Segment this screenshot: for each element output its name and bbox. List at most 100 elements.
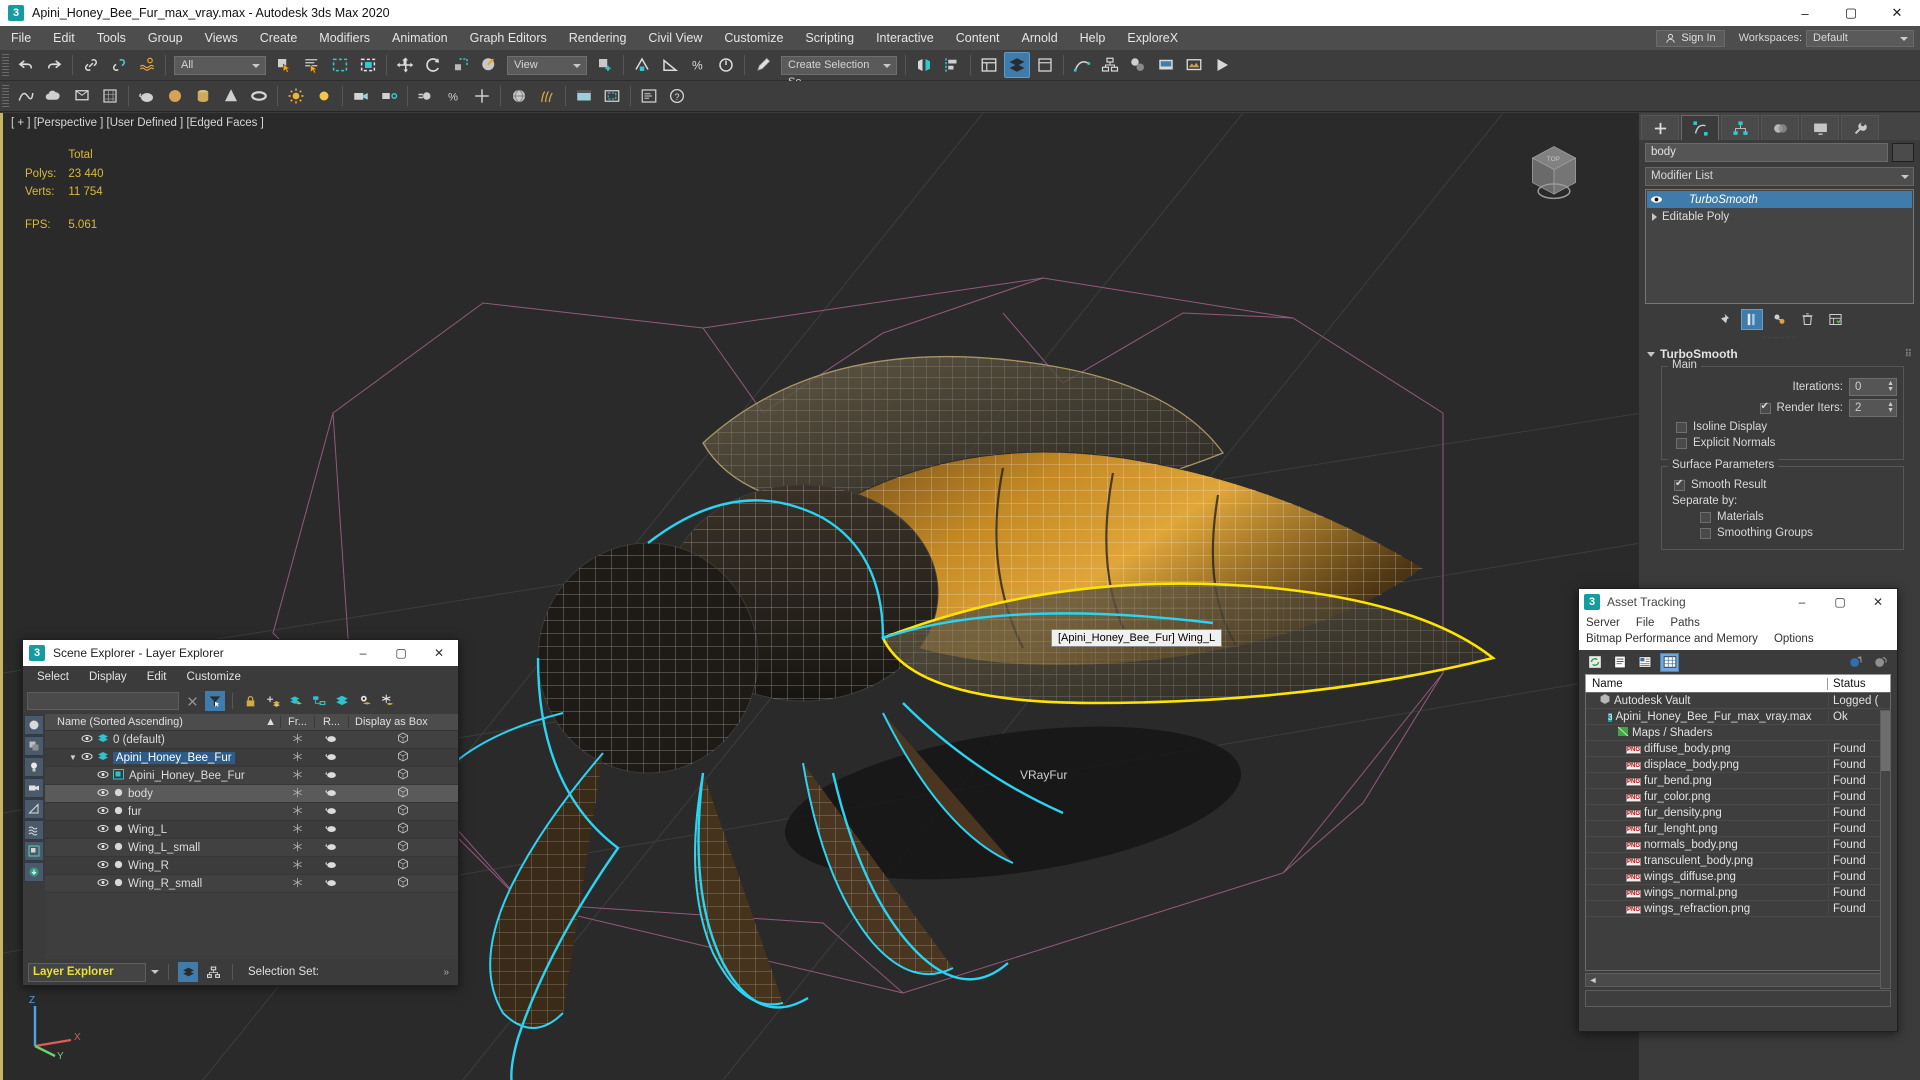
hierarchy-view-icon[interactable]	[203, 962, 223, 982]
display-as-box-cell[interactable]	[348, 822, 458, 837]
asset-row[interactable]: Maps / Shaders	[1586, 725, 1890, 741]
close-icon[interactable]: ✕	[1859, 589, 1897, 615]
freeze-cell[interactable]	[280, 787, 314, 801]
schematic-view-icon[interactable]	[1097, 52, 1123, 78]
modifier-stack-item-turbosmooth[interactable]: TurboSmooth	[1647, 191, 1912, 208]
asset-name-cell[interactable]: PNG displace_body.png	[1586, 758, 1828, 771]
row-name-cell[interactable]: Wing_L	[45, 823, 280, 837]
modify-tab-icon[interactable]	[1681, 115, 1719, 140]
render-production-icon[interactable]	[1209, 52, 1235, 78]
asset-name-cell[interactable]: PNG diffuse_body.png	[1586, 742, 1828, 755]
row-name-cell[interactable]: Wing_L_small	[45, 841, 280, 855]
undo-icon[interactable]	[13, 52, 39, 78]
row-name-cell[interactable]: Wing_R_small	[45, 877, 280, 891]
select-by-name-icon[interactable]	[299, 52, 325, 78]
scene-explorer-row[interactable]: fur	[45, 803, 458, 821]
close-icon[interactable]: ✕	[420, 640, 458, 666]
display-as-box-cell[interactable]	[348, 786, 458, 801]
iterations-spinner[interactable]: 0 ▲ ▼	[1849, 378, 1897, 396]
helpers-filter-icon[interactable]	[24, 799, 44, 819]
maximize-icon[interactable]: ▢	[382, 640, 420, 666]
asset-row[interactable]: PNG transculent_body.png Found	[1586, 853, 1890, 869]
maximize-icon[interactable]: ▢	[1828, 0, 1874, 26]
lights-icon[interactable]	[69, 83, 95, 109]
remove-server-icon[interactable]	[1872, 653, 1891, 672]
menu-create[interactable]: Create	[249, 26, 309, 50]
sx-menu-edit[interactable]: Edit	[147, 671, 167, 683]
cameras-filter-icon[interactable]	[24, 778, 44, 798]
edit-named-selection-icon[interactable]	[750, 52, 776, 78]
redo-icon[interactable]	[41, 52, 67, 78]
select-rotate-icon[interactable]	[420, 52, 446, 78]
display-as-box-cell[interactable]	[348, 876, 458, 891]
grid-icon[interactable]	[97, 83, 123, 109]
scroll-left-icon[interactable]: ◄	[1586, 975, 1600, 985]
safe-frames-icon[interactable]	[599, 83, 625, 109]
menu-civil-view[interactable]: Civil View	[637, 26, 713, 50]
row-name-cell[interactable]: Apini_Honey_Bee_Fur	[45, 768, 280, 783]
asset-name-cell[interactable]: PNG fur_bend.png	[1586, 774, 1828, 787]
lock-icon[interactable]	[240, 691, 260, 711]
groups-filter-icon[interactable]	[24, 841, 44, 861]
menu-explorex[interactable]: ExploreX	[1116, 26, 1189, 50]
render-setup-icon[interactable]	[1153, 52, 1179, 78]
renderable-cell[interactable]	[314, 823, 348, 836]
freeze-cell[interactable]	[280, 805, 314, 819]
menu-arnold[interactable]: Arnold	[1011, 26, 1069, 50]
asset-row[interactable]: PNG wings_diffuse.png Found	[1586, 869, 1890, 885]
sign-in-button[interactable]: Sign In	[1656, 29, 1725, 47]
angle-snap-icon[interactable]	[657, 52, 683, 78]
row-name-cell[interactable]: ▼ Apini_Honey_Bee_Fur	[45, 751, 280, 765]
motion-tab-icon[interactable]	[1761, 115, 1799, 140]
expander-icon[interactable]: ▼	[69, 753, 77, 762]
clear-search-icon[interactable]	[182, 691, 202, 711]
isoline-display-checkbox[interactable]	[1676, 421, 1687, 433]
scene-explorer-row[interactable]: ▼ Apini_Honey_Bee_Fur	[45, 749, 458, 767]
lights-filter-icon[interactable]	[24, 757, 44, 777]
utilities-tab-icon[interactable]	[1841, 115, 1879, 140]
materials-checkbox[interactable]	[1700, 511, 1711, 523]
grid-view-icon[interactable]	[1660, 652, 1679, 672]
sx-menu-customize[interactable]: Customize	[187, 671, 241, 683]
menu-scripting[interactable]: Scripting	[794, 26, 865, 50]
torus-primitive-icon[interactable]	[246, 83, 272, 109]
detail-view-icon[interactable]	[1635, 653, 1654, 672]
explorer-mode-select[interactable]: Layer Explorer	[28, 962, 146, 982]
bind-space-warp-icon[interactable]	[134, 52, 160, 78]
asset-name-cell[interactable]: PNG fur_color.png	[1586, 790, 1828, 803]
target-camera-icon[interactable]	[376, 83, 402, 109]
renderable-cell[interactable]	[314, 787, 348, 800]
eye-icon[interactable]	[1650, 194, 1663, 205]
asset-row[interactable]: PNG fur_bend.png Found	[1586, 773, 1890, 789]
freeze-cell[interactable]	[280, 859, 314, 873]
create-shape-icon[interactable]	[13, 83, 39, 109]
menu-animation[interactable]: Animation	[381, 26, 459, 50]
xrefs-filter-icon[interactable]	[24, 862, 44, 882]
asset-row[interactable]: PNG displace_body.png Found	[1586, 757, 1890, 773]
percent-snap-icon[interactable]: %	[685, 52, 711, 78]
snaps-toggle-icon[interactable]	[629, 52, 655, 78]
render-iters-checkbox[interactable]	[1759, 401, 1771, 414]
visibility-toggle-icon[interactable]	[97, 770, 109, 782]
column-display-as-box[interactable]: Display as Box	[348, 716, 458, 728]
cylinder-primitive-icon[interactable]	[190, 83, 216, 109]
select-scale-icon[interactable]	[448, 52, 474, 78]
row-name-cell[interactable]: 0 (default)	[45, 733, 280, 747]
asset-name-cell[interactable]: PNG wings_refraction.png	[1586, 902, 1828, 915]
hide-layer-icon[interactable]	[355, 691, 375, 711]
select-object-icon[interactable]	[271, 52, 297, 78]
row-name-cell[interactable]: body	[45, 787, 280, 801]
menu-content[interactable]: Content	[945, 26, 1011, 50]
motion-blur-icon[interactable]	[413, 83, 439, 109]
at-menu-server[interactable]: Server	[1586, 615, 1620, 631]
close-icon[interactable]: ✕	[1874, 0, 1920, 26]
modifier-stack[interactable]: TurboSmooth Editable Poly	[1645, 189, 1914, 304]
menu-views[interactable]: Views	[194, 26, 249, 50]
asset-row[interactable]: PNG normals_body.png Found	[1586, 837, 1890, 853]
menu-help[interactable]: Help	[1069, 26, 1117, 50]
visibility-toggle-icon[interactable]	[81, 734, 93, 746]
hierarchy-tab-icon[interactable]	[1721, 115, 1759, 140]
spinner-arrows-icon[interactable]: ▲ ▼	[1887, 380, 1894, 393]
sunlight-icon[interactable]	[283, 83, 309, 109]
renderable-cell[interactable]	[314, 751, 348, 764]
